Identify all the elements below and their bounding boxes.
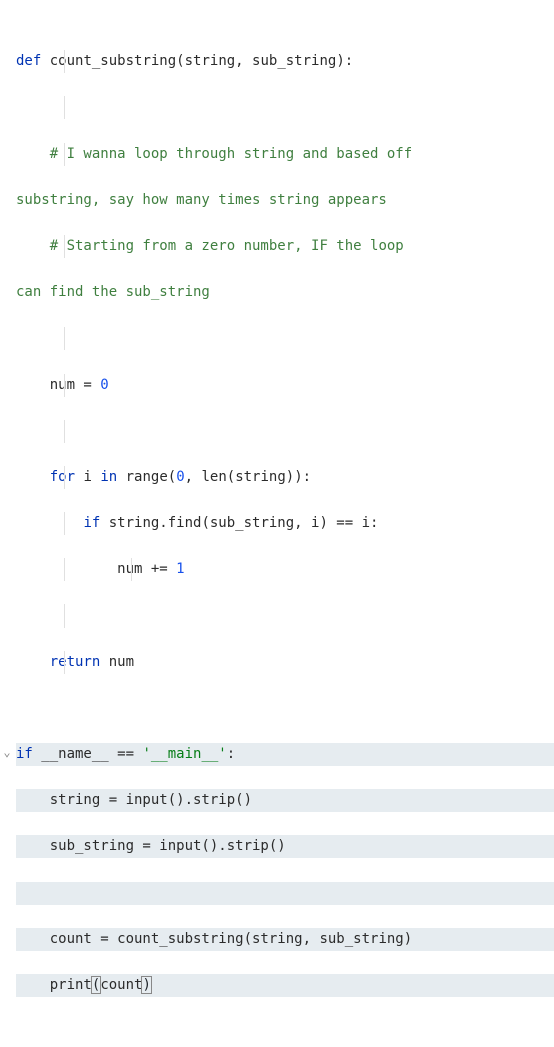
code-line[interactable]: [16, 882, 554, 905]
code-line[interactable]: [16, 697, 554, 720]
code-line[interactable]: # Starting from a zero number, IF the lo…: [16, 235, 554, 258]
comment: # Starting from a zero number, IF the lo…: [50, 238, 404, 254]
number-literal: 0: [100, 377, 108, 393]
bracket-match: (: [92, 977, 100, 993]
keyword-in: in: [100, 469, 117, 485]
function-name: count_substring: [50, 53, 176, 69]
number-literal: 0: [176, 469, 184, 485]
code-line[interactable]: count = count_substring(string, sub_stri…: [16, 928, 554, 951]
keyword-for: for: [50, 469, 75, 485]
number-literal: 1: [176, 561, 184, 577]
comment: can find the sub_string: [16, 284, 210, 300]
code-line[interactable]: num += 1: [16, 558, 554, 581]
comment: substring, say how many times string app…: [16, 192, 387, 208]
keyword-if: if: [83, 515, 100, 531]
code-line[interactable]: return num: [16, 651, 554, 674]
code-line[interactable]: can find the sub_string: [16, 281, 554, 304]
keyword-return: return: [50, 654, 101, 670]
code-line[interactable]: substring, say how many times string app…: [16, 189, 554, 212]
code-line[interactable]: print(count): [16, 974, 554, 997]
code-line[interactable]: string = input().strip(): [16, 789, 554, 812]
code-line[interactable]: def count_substring(string, sub_string):: [16, 50, 554, 73]
code-line[interactable]: [16, 420, 554, 443]
code-editor[interactable]: def count_substring(string, sub_string):…: [0, 0, 554, 1047]
code-line[interactable]: ⌄if __name__ == '__main__':: [16, 743, 554, 766]
code-line[interactable]: for i in range(0, len(string)):: [16, 466, 554, 489]
code-line[interactable]: # I wanna loop through string and based …: [16, 143, 554, 166]
keyword-if: if: [16, 746, 33, 762]
code-line[interactable]: [16, 604, 554, 627]
params: (string, sub_string):: [176, 53, 353, 69]
code-line[interactable]: [16, 327, 554, 350]
code-line[interactable]: if string.find(sub_string, i) == i:: [16, 512, 554, 535]
assignment: num =: [50, 377, 101, 393]
builtin-print: print: [50, 977, 92, 993]
code-line[interactable]: sub_string = input().strip(): [16, 835, 554, 858]
fold-gutter-icon[interactable]: ⌄: [2, 743, 12, 763]
string-literal: '__main__': [142, 746, 226, 762]
comment: # I wanna loop through string and based …: [50, 146, 412, 162]
keyword-def: def: [16, 53, 41, 69]
code-line[interactable]: [16, 96, 554, 119]
bracket-match: ): [142, 977, 150, 993]
code-line[interactable]: num = 0: [16, 374, 554, 397]
